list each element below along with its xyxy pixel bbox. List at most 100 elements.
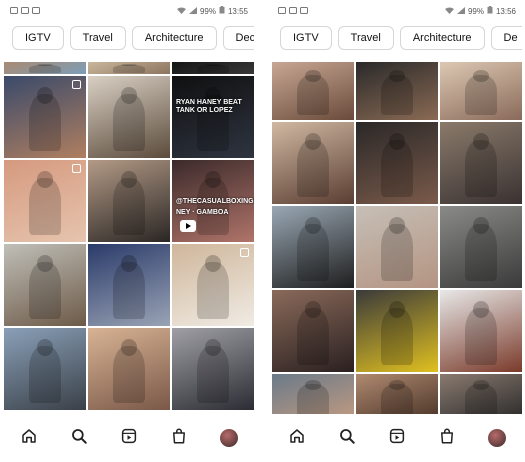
explore-tile[interactable] bbox=[172, 62, 254, 74]
explore-tile[interactable]: @thecasualboxingnews ney · Gamboa bbox=[172, 160, 254, 242]
photo-subject bbox=[196, 262, 230, 320]
explore-tile[interactable] bbox=[272, 62, 354, 120]
explore-tile[interactable] bbox=[88, 62, 170, 74]
signal-icon bbox=[188, 6, 197, 16]
explore-tile[interactable] bbox=[356, 290, 438, 372]
search-icon bbox=[70, 427, 88, 450]
explore-tile[interactable] bbox=[272, 374, 354, 414]
home-button[interactable] bbox=[285, 426, 309, 450]
wifi-icon bbox=[444, 7, 454, 16]
topic-chip[interactable]: Architecture bbox=[131, 26, 217, 50]
explore-tile[interactable] bbox=[88, 76, 170, 158]
photo-subject bbox=[28, 94, 62, 152]
home-button[interactable] bbox=[17, 426, 41, 450]
instagram-icon bbox=[300, 6, 308, 16]
explore-tile[interactable] bbox=[88, 160, 170, 242]
explore-grid bbox=[272, 62, 522, 414]
explore-tile[interactable] bbox=[172, 244, 254, 326]
tile-caption: Ryan Haney beat Tank or Lopez bbox=[176, 98, 242, 114]
instagram-icon bbox=[32, 6, 40, 16]
topic-chips: IGTV Travel Architecture De bbox=[272, 26, 522, 54]
reels-button[interactable] bbox=[385, 426, 409, 450]
reels-button[interactable] bbox=[117, 426, 141, 450]
explore-tile[interactable] bbox=[440, 122, 522, 204]
photo-subject bbox=[380, 74, 414, 116]
topic-chip[interactable]: De bbox=[490, 26, 522, 50]
battery-icon bbox=[219, 6, 225, 16]
photo-subject bbox=[112, 178, 146, 236]
battery-icon bbox=[487, 6, 493, 16]
search-button[interactable] bbox=[335, 426, 359, 450]
explore-tile[interactable] bbox=[272, 290, 354, 372]
explore-tile[interactable] bbox=[4, 62, 86, 74]
photo-subject bbox=[296, 74, 330, 116]
photo-subject bbox=[296, 308, 330, 366]
profile-avatar bbox=[488, 429, 506, 447]
photo-subject bbox=[464, 140, 498, 198]
explore-tile[interactable] bbox=[172, 328, 254, 410]
explore-tile[interactable] bbox=[272, 206, 354, 288]
shop-icon bbox=[170, 427, 188, 450]
status-icons-right: 99% 13:56 bbox=[444, 6, 516, 16]
photo-subject bbox=[28, 346, 62, 404]
explore-tile[interactable] bbox=[440, 290, 522, 372]
explore-tile[interactable] bbox=[356, 62, 438, 120]
status-icons-left bbox=[10, 6, 40, 16]
home-icon bbox=[20, 427, 38, 450]
explore-tile[interactable] bbox=[4, 76, 86, 158]
explore-tile[interactable] bbox=[88, 328, 170, 410]
explore-tile[interactable]: Ryan Haney beat Tank or Lopez bbox=[172, 76, 254, 158]
explore-tile[interactable] bbox=[440, 206, 522, 288]
profile-avatar bbox=[220, 429, 238, 447]
photo-subject bbox=[380, 384, 414, 414]
shop-button[interactable] bbox=[167, 426, 191, 450]
shop-icon bbox=[438, 427, 456, 450]
explore-screen-left: 99% 13:55 IGTV Travel Architecture Dec Ryan Ha… bbox=[4, 0, 254, 462]
photo-subject bbox=[380, 308, 414, 366]
photo-subject bbox=[196, 64, 230, 74]
photo-subject bbox=[296, 384, 330, 414]
profile-button[interactable] bbox=[217, 426, 241, 450]
profile-button[interactable] bbox=[485, 426, 509, 450]
photo-subject bbox=[380, 224, 414, 282]
explore-tile[interactable] bbox=[272, 122, 354, 204]
topic-chip[interactable]: Travel bbox=[337, 26, 394, 50]
battery-level: 99% bbox=[199, 6, 216, 16]
explore-tile[interactable] bbox=[440, 374, 522, 414]
reels-icon bbox=[388, 427, 406, 450]
topic-chip[interactable]: Architecture bbox=[399, 26, 485, 50]
mail-icon bbox=[21, 6, 29, 16]
topic-chip[interactable]: Travel bbox=[69, 26, 126, 50]
topic-chip[interactable]: IGTV bbox=[12, 26, 64, 50]
topic-chip[interactable]: IGTV bbox=[280, 26, 332, 50]
photo-subject bbox=[28, 178, 62, 236]
battery-level: 99% bbox=[467, 6, 484, 16]
clock-time: 13:56 bbox=[495, 6, 516, 16]
photo-subject bbox=[296, 140, 330, 198]
tile-caption-secondary: ney · Gamboa bbox=[176, 209, 229, 217]
search-icon bbox=[338, 427, 356, 450]
multi-post-icon bbox=[240, 248, 249, 257]
explore-tile[interactable] bbox=[4, 328, 86, 410]
bottom-nav bbox=[4, 414, 254, 462]
photo-subject bbox=[464, 74, 498, 116]
explore-screen-right: 99% 13:56 IGTV Travel Architecture De bbox=[272, 0, 522, 462]
shop-button[interactable] bbox=[435, 426, 459, 450]
explore-tile[interactable] bbox=[356, 122, 438, 204]
topic-chip[interactable]: Dec bbox=[222, 26, 254, 50]
wifi-icon bbox=[176, 7, 186, 16]
explore-tile[interactable] bbox=[356, 374, 438, 414]
explore-tile[interactable] bbox=[88, 244, 170, 326]
photo-subject bbox=[296, 224, 330, 282]
tile-caption: @thecasualboxingnews bbox=[176, 197, 254, 205]
explore-tile[interactable] bbox=[440, 62, 522, 120]
explore-tile[interactable] bbox=[356, 206, 438, 288]
photo-subject bbox=[112, 64, 146, 74]
search-button[interactable] bbox=[67, 426, 91, 450]
multi-post-icon bbox=[72, 80, 81, 89]
reels-icon bbox=[120, 427, 138, 450]
explore-tile[interactable] bbox=[4, 244, 86, 326]
photo-subject bbox=[112, 346, 146, 404]
explore-tile[interactable] bbox=[4, 160, 86, 242]
home-icon bbox=[288, 427, 306, 450]
